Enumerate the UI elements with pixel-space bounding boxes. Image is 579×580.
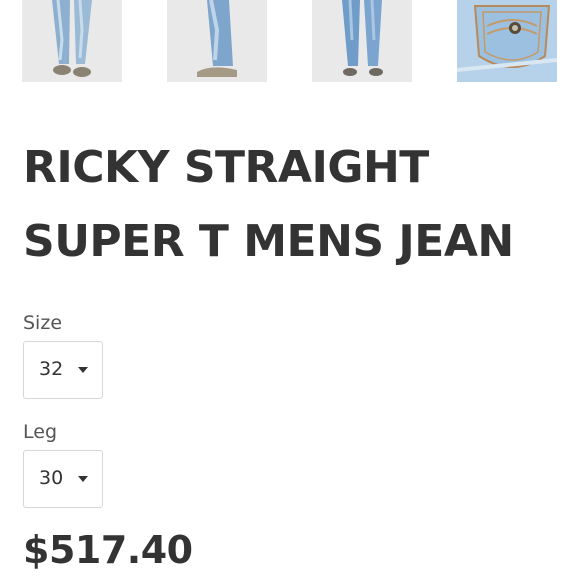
jeans-pocket-detail-photo <box>457 0 557 82</box>
jeans-side-photo <box>167 0 267 82</box>
size-select-value: 32 <box>39 358 64 380</box>
product-page: RICKY STRAIGHT SUPER T MENS JEAN Size 32… <box>0 0 579 580</box>
size-select[interactable]: 32 <box>23 341 103 399</box>
product-title-line2: SUPER T MENS JEAN <box>23 216 514 267</box>
leg-select-value: 30 <box>39 467 64 489</box>
product-title-line1: RICKY STRAIGHT <box>23 142 429 193</box>
thumbnail-front[interactable] <box>22 0 122 82</box>
thumbnail-strip <box>0 0 579 82</box>
product-price: $517.40 <box>23 528 193 572</box>
leg-label: Leg <box>23 421 58 443</box>
chevron-down-icon <box>78 367 88 373</box>
jeans-front-photo <box>22 0 122 82</box>
size-label: Size <box>23 312 63 334</box>
leg-select[interactable]: 30 <box>23 450 103 508</box>
thumbnail-side[interactable] <box>167 0 267 82</box>
chevron-down-icon <box>78 476 88 482</box>
jeans-back-photo <box>312 0 412 82</box>
thumbnail-pocket-detail[interactable] <box>457 0 557 82</box>
thumbnail-back[interactable] <box>312 0 412 82</box>
product-title: RICKY STRAIGHT SUPER T MENS JEAN <box>23 131 563 279</box>
